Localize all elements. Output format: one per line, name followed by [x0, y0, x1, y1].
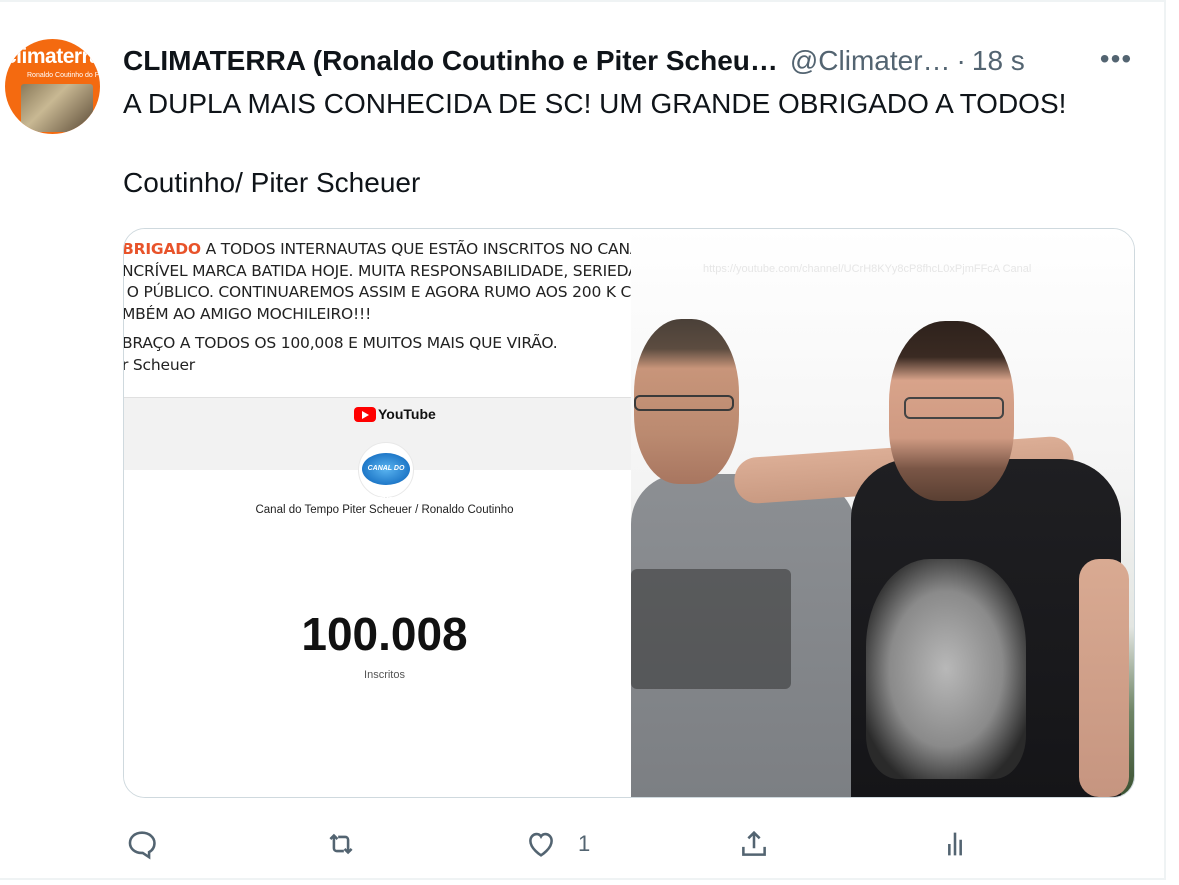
reply-icon	[128, 831, 156, 860]
glasses-icon	[904, 397, 1004, 419]
channel-name: Canal do Tempo Piter Scheuer / Ronaldo C…	[255, 504, 514, 516]
like-button[interactable]: 1	[524, 822, 590, 866]
analytics-icon	[948, 832, 962, 856]
subscriber-label: Inscritos	[364, 669, 405, 681]
share-icon	[742, 830, 766, 856]
person-left-shirt-print	[631, 569, 791, 689]
separator-dot: ·	[956, 45, 966, 76]
person-right-lower-arm	[1079, 559, 1129, 797]
subscriber-count: 100.008	[301, 608, 468, 660]
tweet-text-line-1: A DUPLA MAIS CONHECIDA DE SC! UM GRANDE …	[123, 88, 1067, 119]
share-button[interactable]	[737, 822, 771, 866]
display-name[interactable]: CLIMATERRA (Ronaldo Coutinho e Piter Sch…	[123, 45, 778, 77]
channel-logo-text: CANAL DO TEMPO	[362, 453, 410, 504]
glasses-icon	[634, 395, 734, 411]
retweet-button[interactable]	[324, 822, 378, 866]
like-icon	[529, 832, 553, 857]
analytics-button[interactable]	[938, 822, 972, 866]
timestamp[interactable]: 18 s	[972, 45, 1025, 77]
youtube-screenshot: BRIGADO A TODOS INTERNAUTAS QUE ESTÃO IN…	[124, 229, 631, 797]
reply-button[interactable]	[125, 822, 179, 866]
avatar-photo	[21, 84, 93, 132]
tweet-header: CLIMATERRA (Ronaldo Coutinho e Piter Sch…	[123, 44, 1133, 78]
person-right-shirt-print	[866, 559, 1026, 779]
tweet-text-line-2: Coutinho/ Piter Scheuer	[123, 167, 421, 198]
avatar-brand-text: climaterra	[5, 45, 100, 68]
tweet-card[interactable]: climaterra Ronaldo Coutinho do P CLIMATE…	[0, 0, 1166, 880]
faded-url-text: https://youtube.com/channel/UCrH8KYy8cP8…	[703, 263, 1032, 275]
avatar[interactable]: climaterra Ronaldo Coutinho do P	[5, 39, 100, 134]
channel-logo: CANAL DO TEMPO	[358, 442, 414, 504]
youtube-logo: YouTube	[354, 406, 436, 422]
facebook-post-text: BRIGADO A TODOS INTERNAUTAS QUE ESTÃO IN…	[124, 240, 631, 374]
like-count: 1	[578, 831, 591, 856]
retweet-icon	[329, 833, 353, 855]
tweet-media[interactable]: BRIGADO A TODOS INTERNAUTAS QUE ESTÃO IN…	[123, 228, 1135, 798]
user-handle[interactable]: @Climater…	[790, 45, 951, 77]
tweet-actions: 1	[0, 822, 1166, 872]
more-options-icon[interactable]: •••	[1098, 44, 1134, 78]
youtube-play-icon	[354, 406, 376, 422]
avatar-brand-subtitle: Ronaldo Coutinho do P	[27, 72, 100, 79]
youtube-label: YouTube	[378, 406, 436, 422]
